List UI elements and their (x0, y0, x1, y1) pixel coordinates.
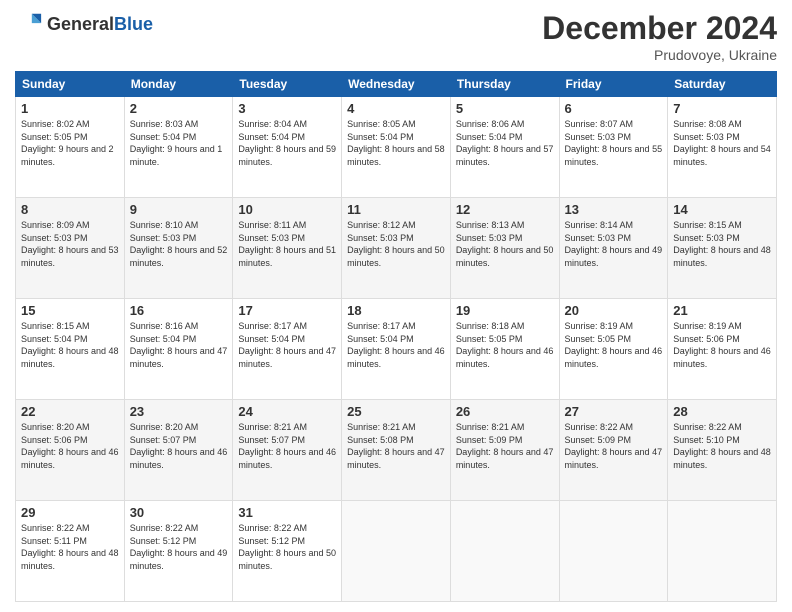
location-subtitle: Prudovoye, Ukraine (542, 47, 777, 63)
calendar-table: Sunday Monday Tuesday Wednesday Thursday… (15, 71, 777, 602)
table-cell: 19 Sunrise: 8:18 AMSunset: 5:05 PMDaylig… (450, 299, 559, 400)
logo-text: GeneralBlue (47, 15, 153, 33)
table-cell: 17 Sunrise: 8:17 AMSunset: 5:04 PMDaylig… (233, 299, 342, 400)
logo-icon (15, 10, 43, 38)
table-row: 22 Sunrise: 8:20 AMSunset: 5:06 PMDaylig… (16, 400, 777, 501)
logo: GeneralBlue (15, 10, 153, 38)
table-cell: 13 Sunrise: 8:14 AMSunset: 5:03 PMDaylig… (559, 198, 668, 299)
col-friday: Friday (559, 72, 668, 97)
col-saturday: Saturday (668, 72, 777, 97)
table-cell: 16 Sunrise: 8:16 AMSunset: 5:04 PMDaylig… (124, 299, 233, 400)
table-row: 15 Sunrise: 8:15 AMSunset: 5:04 PMDaylig… (16, 299, 777, 400)
col-wednesday: Wednesday (342, 72, 451, 97)
table-cell: 18 Sunrise: 8:17 AMSunset: 5:04 PMDaylig… (342, 299, 451, 400)
table-cell: 3 Sunrise: 8:04 AMSunset: 5:04 PMDayligh… (233, 97, 342, 198)
month-title: December 2024 (542, 10, 777, 47)
table-cell: 9 Sunrise: 8:10 AMSunset: 5:03 PMDayligh… (124, 198, 233, 299)
table-cell: 11 Sunrise: 8:12 AMSunset: 5:03 PMDaylig… (342, 198, 451, 299)
table-cell: 7 Sunrise: 8:08 AMSunset: 5:03 PMDayligh… (668, 97, 777, 198)
table-cell: 30 Sunrise: 8:22 AMSunset: 5:12 PMDaylig… (124, 501, 233, 602)
table-cell: 27 Sunrise: 8:22 AMSunset: 5:09 PMDaylig… (559, 400, 668, 501)
col-thursday: Thursday (450, 72, 559, 97)
calendar: Sunday Monday Tuesday Wednesday Thursday… (15, 71, 777, 602)
table-row: 1 Sunrise: 8:02 AMSunset: 5:05 PMDayligh… (16, 97, 777, 198)
table-cell: 22 Sunrise: 8:20 AMSunset: 5:06 PMDaylig… (16, 400, 125, 501)
table-cell: 6 Sunrise: 8:07 AMSunset: 5:03 PMDayligh… (559, 97, 668, 198)
table-cell: 31 Sunrise: 8:22 AMSunset: 5:12 PMDaylig… (233, 501, 342, 602)
table-cell: 1 Sunrise: 8:02 AMSunset: 5:05 PMDayligh… (16, 97, 125, 198)
table-cell-empty (559, 501, 668, 602)
table-cell: 25 Sunrise: 8:21 AMSunset: 5:08 PMDaylig… (342, 400, 451, 501)
table-cell: 4 Sunrise: 8:05 AMSunset: 5:04 PMDayligh… (342, 97, 451, 198)
header: GeneralBlue December 2024 Prudovoye, Ukr… (15, 10, 777, 63)
table-row: 8 Sunrise: 8:09 AMSunset: 5:03 PMDayligh… (16, 198, 777, 299)
table-cell: 23 Sunrise: 8:20 AMSunset: 5:07 PMDaylig… (124, 400, 233, 501)
table-cell: 14 Sunrise: 8:15 AMSunset: 5:03 PMDaylig… (668, 198, 777, 299)
table-cell-empty (668, 501, 777, 602)
table-cell: 2 Sunrise: 8:03 AMSunset: 5:04 PMDayligh… (124, 97, 233, 198)
col-sunday: Sunday (16, 72, 125, 97)
header-row: Sunday Monday Tuesday Wednesday Thursday… (16, 72, 777, 97)
calendar-page: GeneralBlue December 2024 Prudovoye, Ukr… (0, 0, 792, 612)
title-block: December 2024 Prudovoye, Ukraine (542, 10, 777, 63)
table-cell: 24 Sunrise: 8:21 AMSunset: 5:07 PMDaylig… (233, 400, 342, 501)
table-cell: 8 Sunrise: 8:09 AMSunset: 5:03 PMDayligh… (16, 198, 125, 299)
table-cell: 10 Sunrise: 8:11 AMSunset: 5:03 PMDaylig… (233, 198, 342, 299)
table-cell: 26 Sunrise: 8:21 AMSunset: 5:09 PMDaylig… (450, 400, 559, 501)
table-cell: 12 Sunrise: 8:13 AMSunset: 5:03 PMDaylig… (450, 198, 559, 299)
table-cell: 28 Sunrise: 8:22 AMSunset: 5:10 PMDaylig… (668, 400, 777, 501)
table-cell: 20 Sunrise: 8:19 AMSunset: 5:05 PMDaylig… (559, 299, 668, 400)
table-cell: 21 Sunrise: 8:19 AMSunset: 5:06 PMDaylig… (668, 299, 777, 400)
table-row: 29 Sunrise: 8:22 AMSunset: 5:11 PMDaylig… (16, 501, 777, 602)
col-monday: Monday (124, 72, 233, 97)
col-tuesday: Tuesday (233, 72, 342, 97)
table-cell: 15 Sunrise: 8:15 AMSunset: 5:04 PMDaylig… (16, 299, 125, 400)
table-cell: 5 Sunrise: 8:06 AMSunset: 5:04 PMDayligh… (450, 97, 559, 198)
table-cell: 29 Sunrise: 8:22 AMSunset: 5:11 PMDaylig… (16, 501, 125, 602)
table-cell-empty (342, 501, 451, 602)
table-cell-empty (450, 501, 559, 602)
